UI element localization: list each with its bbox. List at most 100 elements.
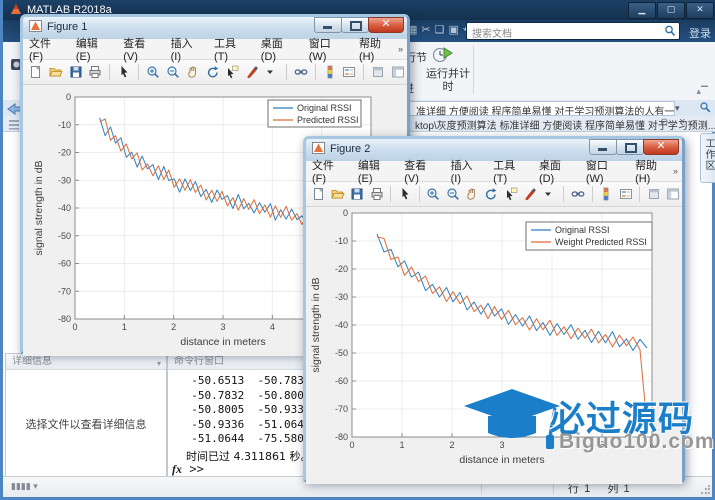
menu-item-3[interactable]: 插入(I) — [171, 35, 201, 63]
menu-item-1[interactable]: 编辑(E) — [76, 35, 110, 63]
data-cursor-icon[interactable] — [502, 185, 519, 203]
copy-icon[interactable]: ❏ — [435, 23, 445, 37]
elapsed-time-text: 时间已过 4.311861 秒。 — [186, 450, 312, 463]
link-plot-icon[interactable] — [292, 63, 310, 81]
menu-item-5[interactable]: 桌面(D) — [539, 157, 573, 185]
menu-item-2[interactable]: 查看(V) — [404, 157, 437, 185]
signin-link[interactable]: 登录 — [689, 25, 711, 41]
data-cursor-icon[interactable] — [223, 63, 241, 81]
svg-text:-60: -60 — [335, 376, 348, 386]
minimize-ribbon-icon[interactable]: ▴▔ — [697, 86, 708, 97]
svg-text:-50: -50 — [58, 231, 71, 241]
open-folder-icon[interactable] — [329, 185, 346, 203]
toolbar-separator — [314, 64, 316, 80]
insert-colorbar-icon[interactable] — [598, 185, 615, 203]
figure2-close-button[interactable]: ✕ — [643, 139, 679, 155]
menu-overflow-icon[interactable]: » — [673, 166, 678, 176]
toolbar-separator — [418, 186, 420, 202]
menu-item-4[interactable]: 工具(T) — [493, 157, 526, 185]
main-maximize-button[interactable]: ▢ — [657, 2, 685, 19]
main-close-button[interactable]: ✕ — [686, 2, 714, 19]
zoom-in-icon[interactable] — [425, 185, 442, 203]
cut-icon[interactable]: ✂ — [421, 23, 430, 37]
status-detail-icon[interactable]: ▮▮▮▮ ▾ — [11, 481, 38, 492]
rotate-3d-icon[interactable] — [483, 185, 500, 203]
link-plot-icon[interactable] — [569, 185, 586, 203]
insert-legend-icon[interactable] — [341, 63, 359, 81]
address-dropdown-icon[interactable]: ▾ — [675, 103, 680, 114]
menu-item-3[interactable]: 插入(I) — [451, 157, 481, 185]
fx-icon: fx — [172, 462, 182, 476]
figure1-minimize-button[interactable] — [314, 17, 342, 33]
menu-item-2[interactable]: 查看(V) — [123, 35, 157, 63]
details-panel-header[interactable]: 详细信息 ▾ — [6, 354, 166, 370]
show-plot-tools-icon[interactable] — [389, 63, 407, 81]
rotate-3d-icon[interactable] — [204, 63, 222, 81]
toolbar-separator — [563, 186, 565, 202]
pan-icon[interactable] — [463, 185, 480, 203]
details-collapse-icon[interactable]: ▾ — [157, 356, 161, 371]
pointer-icon[interactable] — [115, 63, 133, 81]
brush-icon[interactable] — [522, 185, 539, 203]
command-prompt[interactable]: >> — [189, 462, 203, 476]
pointer-icon[interactable] — [396, 185, 413, 203]
details-panel-title: 详细信息 — [12, 356, 52, 367]
menu-item-7[interactable]: 帮助(H) — [359, 35, 394, 63]
hide-plot-tools-icon[interactable] — [369, 63, 387, 81]
doc-search-field[interactable]: 搜索文档 — [466, 22, 680, 40]
caret-icon[interactable] — [541, 185, 558, 203]
hide-plot-tools-icon[interactable] — [645, 185, 662, 203]
command-window-title: 命令行窗口 — [174, 356, 224, 367]
doc-close-icon[interactable]: × — [679, 116, 685, 128]
figure1-close-button[interactable]: ✕ — [368, 17, 404, 33]
menu-item-0[interactable]: 文件(F) — [29, 35, 63, 63]
menu-item-6[interactable]: 窗口(W) — [586, 157, 622, 185]
zoom-out-icon[interactable] — [444, 185, 461, 203]
new-document-icon[interactable] — [27, 63, 45, 81]
run-and-time-icon[interactable] — [431, 44, 453, 69]
caret-icon[interactable] — [263, 63, 281, 81]
brush-icon[interactable] — [243, 63, 261, 81]
svg-text:-80: -80 — [335, 432, 348, 442]
print-icon[interactable] — [368, 185, 385, 203]
print-icon[interactable] — [86, 63, 104, 81]
save-icon[interactable] — [349, 185, 366, 203]
doc-list-icon[interactable] — [8, 117, 20, 135]
open-folder-icon[interactable] — [47, 63, 65, 81]
paste-icon[interactable]: ▣ — [449, 23, 459, 37]
show-plot-tools-icon[interactable] — [665, 185, 682, 203]
figure2-maximize-button[interactable] — [616, 139, 644, 155]
main-minimize-button[interactable]: ▁ — [628, 2, 656, 19]
watermark-en-text: Biguo100.com — [559, 430, 715, 453]
zoom-out-icon[interactable] — [164, 63, 182, 81]
svg-text:-70: -70 — [335, 404, 348, 414]
svg-text:-40: -40 — [335, 320, 348, 330]
insert-legend-icon[interactable] — [617, 185, 634, 203]
save-icon[interactable] — [67, 63, 85, 81]
workspace-collapsed-tab[interactable]: 工作区 — [700, 133, 715, 183]
figure1-maximize-button[interactable] — [341, 17, 369, 33]
search-icon[interactable] — [664, 24, 676, 40]
toolbar-separator — [363, 64, 365, 80]
new-document-icon[interactable] — [310, 185, 327, 203]
insert-colorbar-icon[interactable] — [321, 63, 339, 81]
run-and-time-button[interactable]: 运行并计时 — [426, 68, 470, 94]
details-placeholder: 选择文件以查看详细信息 — [25, 418, 147, 431]
menu-item-0[interactable]: 文件(F) — [312, 157, 345, 185]
figure2-minimize-button[interactable] — [589, 139, 617, 155]
figure-icon — [312, 142, 325, 157]
resize-grip[interactable] — [700, 485, 710, 495]
doc-menu-icon[interactable]: ⊙ — [660, 117, 668, 128]
zoom-in-icon[interactable] — [144, 63, 162, 81]
menu-overflow-icon[interactable]: » — [398, 44, 403, 54]
menu-item-6[interactable]: 窗口(W) — [309, 35, 346, 63]
biguo-watermark: 必过源码 Biguo100.com — [462, 383, 714, 468]
menu-item-1[interactable]: 编辑(E) — [358, 157, 391, 185]
menu-item-7[interactable]: 帮助(H) — [635, 157, 669, 185]
menu-item-5[interactable]: 桌面(D) — [261, 35, 296, 63]
toolbar-separator — [109, 64, 111, 80]
pan-icon[interactable] — [184, 63, 202, 81]
toolbar-separator — [591, 186, 593, 202]
menu-item-4[interactable]: 工具(T) — [214, 35, 248, 63]
toolbar-separator — [390, 186, 392, 202]
